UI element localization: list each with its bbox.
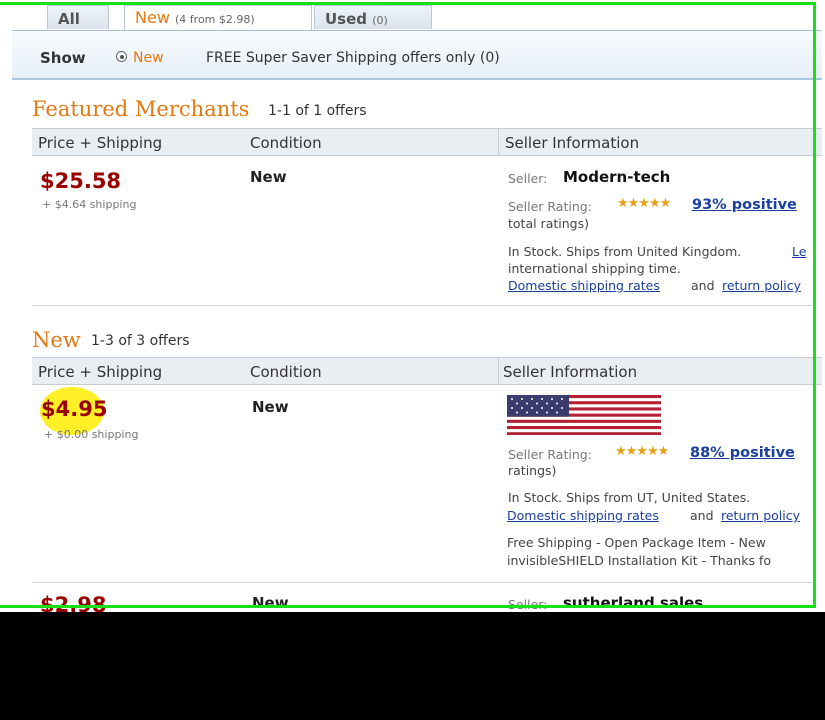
offer-1-rating-cont: ratings) <box>508 463 557 478</box>
browser-viewport: All New (4 from $2.98) Used (0) Show New… <box>0 0 825 612</box>
seller-label: Seller: <box>508 597 548 612</box>
offer-1-return-policy-link[interactable]: return policy <box>721 508 800 523</box>
offer-1-price: $4.95 <box>41 397 108 421</box>
featured-seller-name[interactable]: Modern-tech <box>563 168 670 186</box>
offer-2-condition: New <box>252 594 289 612</box>
column-divider <box>498 129 499 156</box>
featured-merchants-title: Featured Merchants <box>32 97 250 121</box>
featured-price: $25.58 <box>40 169 122 193</box>
featured-column-header: Price + Shipping Condition Seller Inform… <box>32 128 822 156</box>
seller-rating-label: Seller Rating: <box>508 447 592 462</box>
rating-stars-icon: ★★★★★ <box>617 196 671 211</box>
seller-logo-us-flag[interactable] <box>507 395 661 435</box>
col-seller-information: Seller Information <box>505 134 640 152</box>
featured-rating-cont: total ratings) <box>508 216 589 231</box>
tab-all[interactable]: All <box>47 5 109 29</box>
seller-label: Seller: <box>508 171 548 186</box>
filter-new-option[interactable]: New <box>133 50 164 66</box>
featured-count: 1-1 of 1 offers <box>268 103 367 119</box>
tab-used-count: (0) <box>372 14 388 27</box>
offer-1-and-text: and <box>690 508 714 523</box>
col-condition: Condition <box>250 363 322 381</box>
featured-stock: In Stock. Ships from United Kingdom. <box>508 244 742 259</box>
section-divider <box>32 305 812 306</box>
tab-new-label: New <box>135 8 170 27</box>
offer-1-stock: In Stock. Ships from UT, United States. <box>508 490 751 505</box>
offer-2-seller-name[interactable]: sutherland sales <box>563 594 703 612</box>
new-section-title: New <box>32 328 81 352</box>
radio-new-icon[interactable] <box>116 51 127 62</box>
tab-new-count: (4 from $2.98) <box>175 13 255 26</box>
col-condition: Condition <box>250 134 322 152</box>
offer-1-shipping: + $0.00 shipping <box>44 428 139 441</box>
featured-stock-link[interactable]: Le <box>792 244 806 259</box>
featured-rating-link[interactable]: 93% positive <box>692 197 797 213</box>
col-price-shipping: Price + Shipping <box>38 134 163 152</box>
tab-used[interactable]: Used (0) <box>314 5 432 29</box>
row-divider <box>32 582 812 583</box>
offer-1-domestic-shipping-link[interactable]: Domestic shipping rates <box>507 508 659 523</box>
featured-stock-cont: international shipping time. <box>508 261 681 276</box>
col-seller-information: Seller Information <box>503 363 638 381</box>
featured-condition: New <box>250 168 287 186</box>
featured-domestic-shipping-link[interactable]: Domestic shipping rates <box>508 278 660 293</box>
offer-2-price: $2.98 <box>40 593 107 612</box>
tab-all-label: All <box>58 10 80 28</box>
offer-1-rating-link[interactable]: 88% positive <box>690 445 795 461</box>
new-column-header: Price + Shipping Condition Seller Inform… <box>32 357 822 385</box>
featured-return-policy-link[interactable]: return policy <box>722 278 801 293</box>
show-label: Show <box>40 49 86 67</box>
free-shipping-filter[interactable]: FREE Super Saver Shipping offers only (0… <box>206 50 500 66</box>
seller-rating-label: Seller Rating: <box>508 199 592 214</box>
rating-stars-icon: ★★★★★ <box>615 444 669 459</box>
featured-shipping: + $4.64 shipping <box>42 198 137 211</box>
column-divider <box>498 358 499 385</box>
offer-1-note-line2: invisibleSHIELD Installation Kit - Thank… <box>507 553 771 568</box>
filter-bar: Show New FREE Super Saver Shipping offer… <box>12 30 822 80</box>
tab-used-label: Used <box>325 10 368 28</box>
tab-new[interactable]: New (4 from $2.98) <box>124 5 312 33</box>
featured-and-text: and <box>691 278 715 293</box>
offer-1-note-line1: Free Shipping - Open Package Item - New <box>507 535 766 550</box>
offer-1-condition: New <box>252 398 289 416</box>
col-price-shipping: Price + Shipping <box>38 363 163 381</box>
new-section-count: 1-3 of 3 offers <box>91 333 190 349</box>
